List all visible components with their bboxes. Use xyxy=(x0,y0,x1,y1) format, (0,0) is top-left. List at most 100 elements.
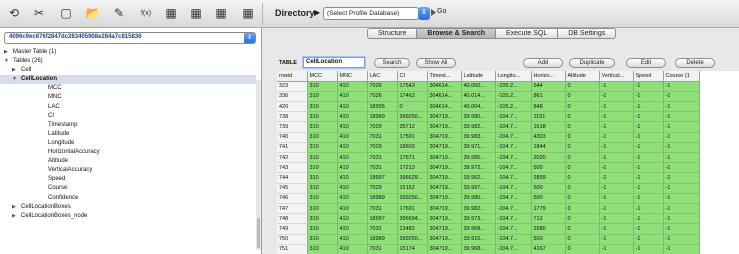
table-cell[interactable]: -1 xyxy=(633,244,664,254)
tree-item[interactable]: CI xyxy=(0,112,256,121)
table-cell[interactable]: 39.971... xyxy=(461,142,496,154)
table-cell[interactable]: -104.7... xyxy=(495,183,532,194)
table-cell[interactable]: 1844 xyxy=(531,142,566,154)
table-cell[interactable]: 410 xyxy=(337,142,368,154)
table-cell[interactable]: -1 xyxy=(633,213,664,225)
table-cell[interactable]: -104.7... xyxy=(495,132,532,143)
table-cell[interactable]: -104.7... xyxy=(495,234,532,245)
table-cell[interactable]: 4167 xyxy=(531,244,566,254)
column-header[interactable]: Horizo... xyxy=(531,71,566,82)
table-cell[interactable]: 712 xyxy=(531,213,566,225)
table-cell[interactable]: 410 xyxy=(337,172,368,184)
table-cell[interactable]: 4303 xyxy=(531,132,566,143)
edit-button[interactable]: Edit xyxy=(626,58,666,68)
tree-item[interactable]: Timestamp xyxy=(0,121,256,130)
open-database-icon[interactable]: 📂 xyxy=(85,5,101,21)
table-cell[interactable]: 39.972... xyxy=(461,162,496,174)
table-cell[interactable]: 0 xyxy=(565,183,600,194)
tab-db-settings[interactable]: DB Settings xyxy=(558,28,617,39)
table-cell[interactable]: 15174 xyxy=(397,244,428,254)
table-cell[interactable]: -1 xyxy=(663,81,700,92)
table-cell[interactable]: -104.7... xyxy=(495,213,532,225)
table-cell[interactable]: 500 xyxy=(531,193,566,204)
delete-button[interactable]: Delete xyxy=(675,58,715,68)
table-cell[interactable]: 410 xyxy=(337,101,368,113)
table-cell[interactable]: 7029 xyxy=(367,142,398,154)
table-cell[interactable]: 17213 xyxy=(397,162,428,174)
table-cell[interactable]: 39.980... xyxy=(461,111,496,123)
duplicate-button[interactable]: Duplicate xyxy=(569,58,615,68)
table-cell[interactable]: 39.968... xyxy=(461,244,496,254)
table-cell[interactable]: 7029 xyxy=(367,121,398,133)
table-cell[interactable]: 0 xyxy=(565,203,600,215)
table-cell[interactable]: 39.985... xyxy=(461,152,496,164)
table-cell[interactable]: 18989 xyxy=(367,193,398,204)
disclosure-open-icon[interactable]: ▼ xyxy=(4,57,9,66)
table-cell[interactable]: -1 xyxy=(663,91,700,103)
table-cell[interactable]: 304719... xyxy=(427,121,462,133)
table-cell[interactable]: -1 xyxy=(633,193,664,204)
table-cell[interactable]: 410 xyxy=(337,121,368,133)
table-cell[interactable]: 39.973... xyxy=(461,213,496,225)
table-cell[interactable]: -104.7... xyxy=(495,162,532,174)
table-cell[interactable]: 323 xyxy=(277,81,308,92)
table-cell[interactable]: 745 xyxy=(277,183,308,194)
table-cell[interactable]: 304719... xyxy=(427,162,462,174)
table-cell[interactable]: 410 xyxy=(337,203,368,215)
table-cell[interactable]: 848 xyxy=(531,101,566,113)
table-cell[interactable]: -1 xyxy=(599,101,634,113)
table-cell[interactable]: 304719... xyxy=(427,244,462,254)
tab-execute-sql[interactable]: Execute SQL xyxy=(496,28,559,39)
table-cell[interactable]: 304614... xyxy=(427,101,462,113)
table-cell[interactable]: 410 xyxy=(337,81,368,92)
table-row[interactable]: 739 310 410 7029 35712 304719... 39.982... -104… xyxy=(277,121,700,133)
table-cell[interactable]: 410 xyxy=(337,234,368,245)
table-cell[interactable]: -1 xyxy=(599,203,634,215)
tree-item[interactable]: Altitude xyxy=(0,157,256,166)
cut-icon[interactable]: ✂ xyxy=(31,5,47,21)
table-row[interactable]: 336 310 410 7026 17462 304614... 40.014... -105… xyxy=(277,91,700,103)
table-cell[interactable]: -1 xyxy=(663,152,700,164)
table-cell[interactable]: 0 xyxy=(565,91,600,103)
table-cell[interactable]: -1 xyxy=(599,162,634,174)
table-add-icon[interactable]: ▦ xyxy=(188,5,204,21)
table-cell[interactable]: 7026 xyxy=(367,91,398,103)
table-cell[interactable]: -1 xyxy=(633,91,664,103)
table-cell[interactable]: -1 xyxy=(633,223,664,235)
table-cell[interactable]: 39.997... xyxy=(461,183,496,194)
table-cell[interactable]: 410 xyxy=(337,132,368,143)
table-row[interactable]: 744 310 410 18997 396629... 304719... 39.962..… xyxy=(277,172,700,184)
table-cell[interactable]: 2020 xyxy=(531,152,566,164)
table-cell[interactable]: -1 xyxy=(599,244,634,254)
tree-item[interactable]: VerticalAccuracy xyxy=(0,166,256,175)
index-icon[interactable]: ▦ xyxy=(213,5,229,21)
profile-database-select[interactable]: (Select Profile Database) xyxy=(323,7,419,20)
disclosure-closed-icon[interactable]: ▶ xyxy=(12,66,16,75)
tree-item[interactable]: Latitude xyxy=(0,130,256,139)
table-cell[interactable]: -1 xyxy=(633,183,664,194)
table-cell[interactable]: -1 xyxy=(599,213,634,225)
table-cell[interactable]: 420 xyxy=(277,101,308,113)
table-cell[interactable]: -1 xyxy=(663,234,700,245)
column-header[interactable]: LAC xyxy=(367,71,398,82)
table-cell[interactable]: 40.060... xyxy=(461,81,496,92)
table-cell[interactable]: 39.962... xyxy=(461,172,496,184)
sidebar-scroll-thumb[interactable] xyxy=(257,218,260,248)
table-cell[interactable]: 410 xyxy=(337,193,368,204)
table-cell[interactable]: -105.2... xyxy=(495,91,532,103)
table-cell[interactable]: 304614... xyxy=(427,91,462,103)
select-stepper-icon[interactable]: ⇕ xyxy=(418,7,430,20)
table-cell[interactable]: 39.915... xyxy=(461,234,496,245)
table-cell[interactable]: 0 xyxy=(565,193,600,204)
table-cell[interactable]: 304719... xyxy=(427,213,462,225)
table-cell[interactable]: 17462 xyxy=(397,91,428,103)
table-cell[interactable]: 743 xyxy=(277,162,308,174)
table-cell[interactable]: 304719... xyxy=(427,132,462,143)
tab-browse-search[interactable]: Browse & Search xyxy=(417,28,496,39)
table-cell[interactable]: -104.7... xyxy=(495,193,532,204)
table-cell[interactable]: 310 xyxy=(307,152,338,164)
function-icon[interactable]: f(x) xyxy=(138,5,154,21)
table-cell[interactable]: 740 xyxy=(277,132,308,143)
table-cell[interactable]: 310 xyxy=(307,91,338,103)
tree-item[interactable]: ▼ Tables (26) xyxy=(0,57,256,66)
